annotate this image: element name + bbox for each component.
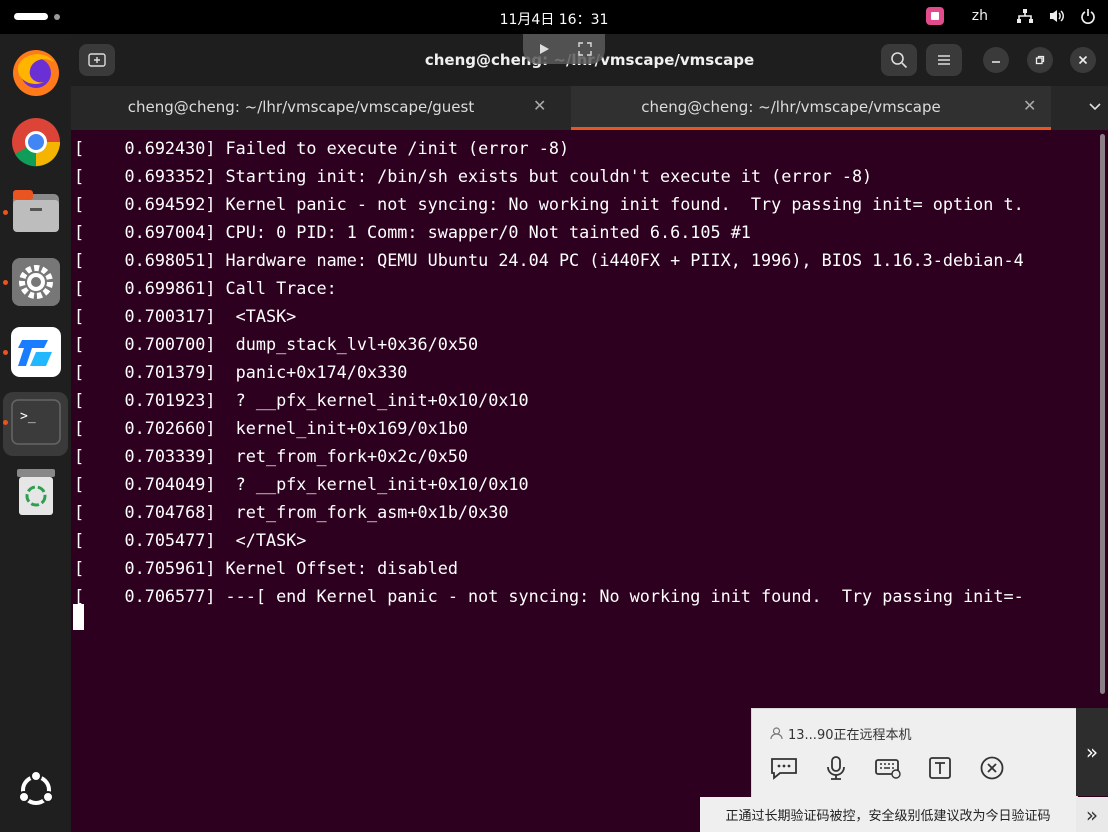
notice-expand-button[interactable]: » <box>1076 797 1108 832</box>
terminal-line: [ 0.700700] dump_stack_lvl+0x36/0x50 <box>74 334 479 354</box>
remote-desktop-icon[interactable] <box>10 326 62 378</box>
minimize-icon <box>992 61 1000 63</box>
terminal-line: [ 0.700317] <TASK> <box>74 306 297 326</box>
settings-icon[interactable] <box>10 256 62 308</box>
terminal-line: [ 0.703339] ret_from_fork+0x2c/0x50 <box>74 446 469 466</box>
chat-icon[interactable] <box>768 753 800 783</box>
chevron-down-icon <box>1089 103 1101 111</box>
security-notice[interactable]: 正通过长期验证码被控，安全级别低建议改为今日验证码 <box>700 797 1076 832</box>
settings-running-dot <box>3 280 8 285</box>
dock: >_ <box>0 34 71 832</box>
tab-vmscape[interactable]: cheng@cheng: ~/lhr/vmscape/vmscape ✕ <box>571 86 1051 130</box>
top-bar: 11月4日 16：31 zh <box>0 0 1108 34</box>
volume-icon[interactable] <box>1048 8 1066 24</box>
system-tray: zh <box>925 7 1096 25</box>
microphone-icon[interactable] <box>820 753 852 783</box>
terminal-icon[interactable]: >_ <box>10 396 62 448</box>
remote-status-text: 13...90正在远程本机 <box>788 728 912 743</box>
close-icon <box>1078 55 1088 65</box>
remote-panel-collapse-button[interactable]: » <box>1076 708 1108 796</box>
terminal-line: [ 0.694592] Kernel panic - not syncing: … <box>74 194 1024 214</box>
terminal-line: [ 0.705961] Kernel Offset: disabled <box>74 558 458 578</box>
tab-label: cheng@cheng: ~/lhr/vmscape/vmscape <box>641 98 941 116</box>
hamburger-icon <box>938 55 950 65</box>
terminal-glyph: >_ <box>20 409 36 424</box>
text-icon[interactable] <box>924 753 956 783</box>
tab-list-dropdown[interactable] <box>1088 98 1102 117</box>
minimize-button[interactable] <box>983 47 1009 73</box>
input-method-indicator[interactable]: zh <box>972 8 988 24</box>
remote-control-panel: 13...90正在远程本机 <box>751 708 1078 798</box>
terminal-line: [ 0.698051] Hardware name: QEMU Ubuntu 2… <box>74 250 1024 270</box>
tab-bar: cheng@cheng: ~/lhr/vmscape/vmscape/guest… <box>71 86 1108 130</box>
user-icon <box>770 727 783 740</box>
trash-icon[interactable] <box>10 466 62 518</box>
fullscreen-icon[interactable] <box>577 42 592 56</box>
tab-label: cheng@cheng: ~/lhr/vmscape/vmscape/guest <box>127 98 475 116</box>
remote-app-tray-icon[interactable] <box>925 7 944 25</box>
terminal-line: [ 0.697004] CPU: 0 PID: 1 Comm: swapper/… <box>74 222 751 242</box>
tab-close-icon[interactable]: ✕ <box>533 96 546 115</box>
search-button[interactable] <box>881 44 917 76</box>
scrollbar[interactable] <box>1100 134 1105 694</box>
firefox-icon[interactable] <box>10 46 62 98</box>
maximize-button[interactable] <box>1027 47 1053 73</box>
terminal-line: [ 0.701379] panic+0x174/0x330 <box>74 362 408 382</box>
keyboard-icon[interactable] <box>872 753 904 783</box>
disconnect-icon[interactable] <box>976 753 1008 783</box>
power-icon[interactable] <box>1080 8 1096 24</box>
play-icon[interactable] <box>537 42 551 56</box>
tab-guest[interactable]: cheng@cheng: ~/lhr/vmscape/vmscape/guest… <box>71 86 571 130</box>
remote-status: 13...90正在远程本机 <box>770 724 911 743</box>
remote-running-dot <box>3 350 8 355</box>
remote-control-overlay[interactable] <box>523 34 605 64</box>
files-icon[interactable] <box>10 186 62 238</box>
terminal-line: [ 0.699861] Call Trace: <box>74 278 337 298</box>
restore-icon <box>1035 55 1045 65</box>
tab-close-icon[interactable]: ✕ <box>1023 96 1036 115</box>
terminal-running-dot <box>3 420 8 425</box>
menu-button[interactable] <box>926 44 962 76</box>
terminal-line: [ 0.705477] </TASK> <box>74 530 307 550</box>
chrome-icon[interactable] <box>10 116 62 168</box>
terminal-line: [ 0.692430] Failed to execute /init (err… <box>74 138 570 158</box>
terminal-line: [ 0.704049] ? __pfx_kernel_init+0x10/0x1… <box>74 474 529 494</box>
network-icon[interactable] <box>1016 8 1034 24</box>
terminal-line: [ 0.701923] ? __pfx_kernel_init+0x10/0x1… <box>74 390 529 410</box>
terminal-cursor <box>73 604 84 630</box>
files-running-dot <box>3 210 8 215</box>
terminal-line: [ 0.704768] ret_from_fork_asm+0x1b/0x30 <box>74 502 509 522</box>
close-button[interactable] <box>1070 47 1096 73</box>
remote-toolbar <box>768 753 1008 783</box>
terminal-line: [ 0.706577] ---[ end Kernel panic - not … <box>74 586 1024 606</box>
window-header: cheng@cheng: ~/lhr/vmscape/vmscape <box>71 34 1108 86</box>
terminal-line: [ 0.702660] kernel_init+0x169/0x1b0 <box>74 418 469 438</box>
terminal-line: [ 0.693352] Starting init: /bin/sh exist… <box>74 166 873 186</box>
ubuntu-icon[interactable] <box>10 764 62 816</box>
search-icon <box>891 52 908 69</box>
